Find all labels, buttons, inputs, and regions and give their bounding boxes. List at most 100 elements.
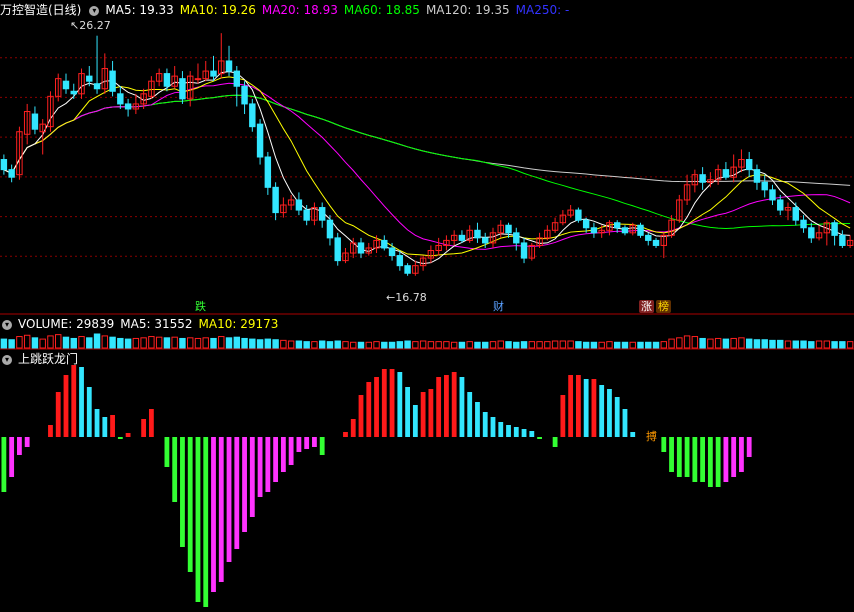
indicator-bar <box>467 392 473 437</box>
volume-bar <box>70 337 77 349</box>
candle-body <box>249 103 256 128</box>
tag-die[interactable]: 跌 <box>193 300 208 313</box>
volume-bar <box>590 341 598 349</box>
candle-body <box>272 186 279 214</box>
indicator-bar <box>622 409 628 437</box>
volume-bar <box>342 341 349 349</box>
volume-bar <box>722 338 730 349</box>
candle-body <box>482 237 489 244</box>
volume-bar <box>513 341 520 349</box>
candle-body <box>225 60 233 72</box>
indicator-bar <box>374 377 379 437</box>
candle-body <box>645 234 652 241</box>
candle-body <box>163 73 171 87</box>
indicator-bar <box>723 437 729 482</box>
volume-bar <box>388 341 396 349</box>
tag-bang[interactable]: 榜 <box>656 300 671 313</box>
indicator-bar <box>731 437 737 477</box>
candle-body <box>582 219 590 229</box>
candle-body <box>256 123 264 158</box>
volume-bar <box>101 335 109 349</box>
chart-canvas <box>0 33 854 607</box>
candle-body <box>62 80 70 90</box>
tag-cai[interactable]: 财 <box>491 300 506 313</box>
indicator-bar <box>249 437 255 517</box>
indicator-bar <box>366 382 372 437</box>
volume-bar <box>39 338 46 349</box>
candle-body <box>505 224 512 234</box>
volume-bar <box>334 340 341 349</box>
volume-bar <box>536 341 543 349</box>
tag-zhang[interactable]: 涨 <box>639 300 654 313</box>
indicator-bar <box>9 437 15 477</box>
candle-body <box>699 174 706 183</box>
indicator-bar <box>389 369 395 437</box>
indicator-bar <box>234 437 240 549</box>
volume-bar <box>520 341 528 349</box>
indicator-bar <box>599 385 605 437</box>
volume-bar <box>567 340 574 349</box>
indicator-bar <box>444 375 449 437</box>
volume-bar <box>23 334 31 349</box>
candle-body <box>179 78 186 100</box>
volume-bar <box>381 341 388 349</box>
volume-bar <box>419 340 427 349</box>
volume-bar <box>575 341 582 349</box>
indicator-bar <box>630 432 636 437</box>
collapse-icon[interactable]: ▾ <box>2 320 12 330</box>
volume-bar <box>482 341 489 349</box>
indicator-bar <box>591 379 597 437</box>
volume-bar <box>179 337 186 349</box>
volume-bar <box>489 341 497 349</box>
indicator-bar <box>459 377 465 437</box>
volume-bar <box>645 341 652 349</box>
tag-bo[interactable]: 搏 <box>644 430 659 443</box>
volume-bar <box>598 341 605 349</box>
volume-bar <box>745 338 753 349</box>
volume-bar <box>8 339 15 349</box>
indicator-bar <box>684 437 690 477</box>
volume-bar <box>676 337 683 349</box>
indicator-bar <box>700 437 706 482</box>
candle-body <box>241 85 248 105</box>
volume-bar <box>668 338 675 349</box>
indicator-header: ▾ 上跳跃龙门 <box>0 351 84 367</box>
volume-bar <box>505 341 512 349</box>
volume-bar <box>303 341 310 349</box>
indicator-bar <box>218 437 224 582</box>
candle-body <box>86 75 93 82</box>
volume-bar <box>450 341 458 349</box>
indicator-bar <box>669 437 674 472</box>
candle-body <box>831 222 838 236</box>
indicator-bar <box>490 417 496 437</box>
volume-bar <box>218 336 225 349</box>
indicator-bar <box>94 409 100 437</box>
candle-body <box>264 156 272 188</box>
volume-bar <box>140 337 147 349</box>
indicator-bar <box>180 437 185 547</box>
candle-body <box>396 255 404 267</box>
high-label: ↖26.27 <box>70 19 111 32</box>
volume-bar <box>808 341 815 349</box>
volume-bar <box>272 339 279 349</box>
indicator-bar <box>110 415 115 437</box>
volume-ma10-label: MA10: 29173 <box>198 317 279 331</box>
volume-bar <box>318 340 326 349</box>
volume-bar <box>443 341 450 349</box>
collapse-icon[interactable]: ▾ <box>89 6 100 16</box>
candle-body <box>513 232 520 244</box>
volume-bar <box>699 337 706 349</box>
candle-body <box>318 207 326 221</box>
volume-bar <box>47 335 54 349</box>
candle-body <box>474 229 481 239</box>
volume-bar <box>528 341 536 349</box>
indicator-bar <box>607 389 612 437</box>
candle-body <box>31 113 39 130</box>
volume-bar <box>551 340 559 349</box>
volume-bar <box>730 337 737 349</box>
ma60-line <box>3 94 851 229</box>
indicator-bar <box>63 375 69 437</box>
collapse-icon[interactable]: ▾ <box>2 355 12 365</box>
indicator-bar <box>475 402 480 437</box>
volume-bar <box>194 337 202 349</box>
